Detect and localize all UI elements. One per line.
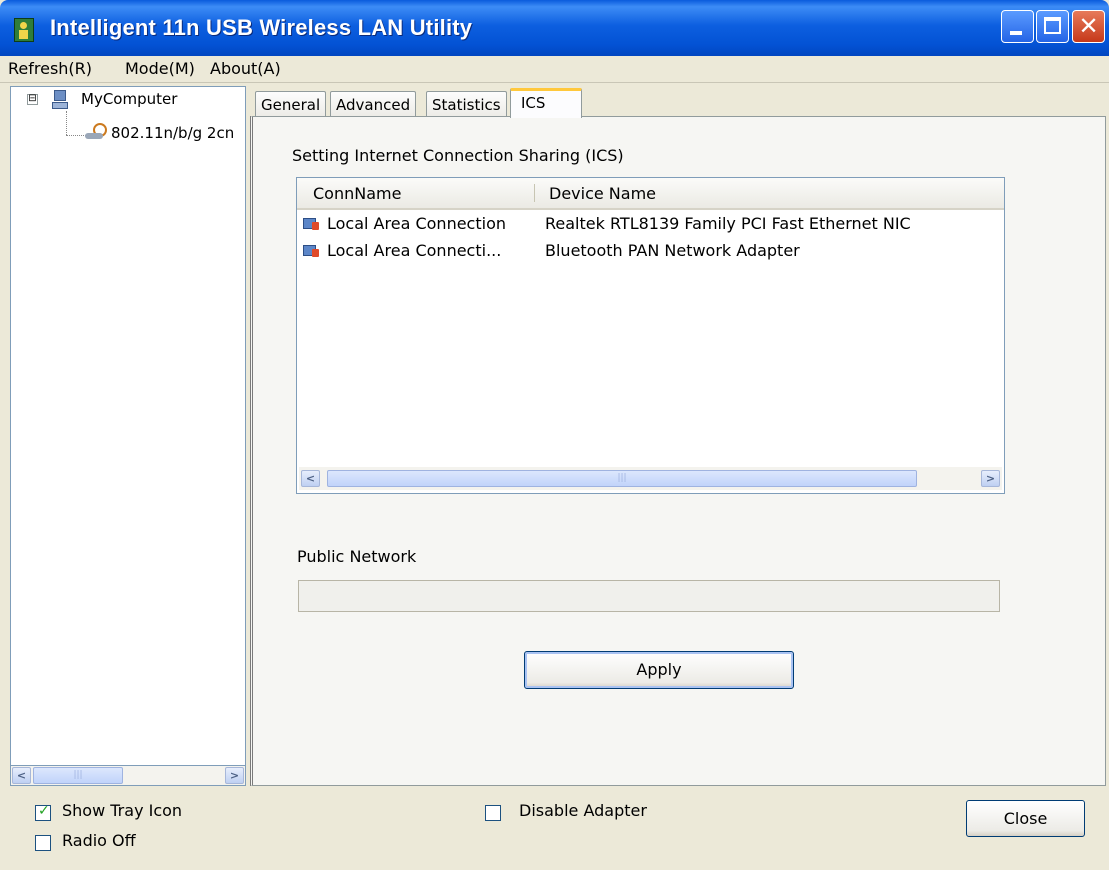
network-connection-icon — [303, 243, 321, 259]
network-connection-icon — [303, 216, 321, 232]
list-horizontal-scrollbar[interactable]: < ||| > — [299, 467, 1002, 490]
column-header-connname[interactable]: ConnName — [313, 184, 401, 203]
tree-connector — [66, 111, 67, 135]
scroll-left-icon[interactable]: < — [12, 767, 31, 784]
window-close-button[interactable]: ✕ — [1072, 10, 1105, 43]
scroll-thumb[interactable]: ||| — [33, 767, 123, 784]
scroll-right-icon[interactable]: > — [225, 767, 244, 784]
scroll-left-icon[interactable]: < — [301, 470, 320, 487]
ics-section-label: Setting Internet Connection Sharing (ICS… — [292, 146, 624, 165]
tree-expander-icon[interactable]: ⊟ — [27, 94, 38, 105]
connection-list[interactable]: ConnName Device Name Local Area Connecti… — [296, 177, 1005, 494]
list-header: ConnName Device Name — [297, 178, 1004, 210]
tab-statistics[interactable]: Statistics — [426, 91, 507, 117]
app-icon — [14, 18, 34, 42]
wireless-adapter-icon — [85, 123, 107, 141]
scroll-right-icon[interactable]: > — [981, 470, 1000, 487]
apply-button[interactable]: Apply — [524, 651, 794, 689]
close-icon: ✕ — [1078, 12, 1099, 40]
list-item[interactable]: Local Area Connecti... Bluetooth PAN Net… — [297, 240, 1004, 264]
radio-off-label[interactable]: Radio Off — [62, 831, 136, 850]
tab-ics[interactable]: ICS — [510, 88, 582, 118]
title-bar[interactable]: Intelligent 11n USB Wireless LAN Utility… — [0, 0, 1109, 56]
maximize-icon — [1044, 17, 1061, 34]
list-item[interactable]: Local Area Connection Realtek RTL8139 Fa… — [297, 213, 1004, 237]
device-name: Realtek RTL8139 Family PCI Fast Ethernet… — [545, 214, 911, 233]
close-button[interactable]: Close — [966, 800, 1085, 837]
scroll-thumb[interactable]: ||| — [327, 470, 917, 487]
checkmark-icon: ✓ — [38, 803, 50, 819]
tree-item-adapter[interactable]: 802.11n/b/g 2cn — [111, 124, 234, 142]
tab-general[interactable]: General — [255, 91, 327, 117]
menu-mode[interactable]: Mode(M) — [125, 59, 195, 78]
menu-refresh[interactable]: Refresh(R) — [8, 59, 92, 78]
minimize-button[interactable] — [1001, 10, 1034, 43]
device-name: Bluetooth PAN Network Adapter — [545, 241, 800, 260]
public-network-field[interactable] — [298, 580, 1000, 612]
radio-off-checkbox[interactable] — [35, 835, 51, 851]
show-tray-icon-checkbox[interactable]: ✓ — [35, 803, 51, 821]
maximize-button[interactable] — [1036, 10, 1069, 43]
menu-about[interactable]: About(A) — [210, 59, 281, 78]
device-tree[interactable]: ⊟ MyComputer 802.11n/b/g 2cn — [10, 86, 246, 786]
disable-adapter-label[interactable]: Disable Adapter — [519, 801, 647, 820]
computer-icon — [51, 90, 68, 109]
show-tray-icon-label[interactable]: Show Tray Icon — [62, 801, 182, 820]
conn-name: Local Area Connecti... — [327, 241, 502, 260]
tree-connector — [66, 135, 86, 136]
minimize-icon — [1010, 31, 1022, 35]
menu-bar: Refresh(R) Mode(M) About(A) — [0, 56, 1109, 83]
window-title: Intelligent 11n USB Wireless LAN Utility — [50, 15, 473, 40]
tree-horizontal-scrollbar[interactable]: < ||| > — [10, 765, 246, 786]
tree-item-mycomputer[interactable]: MyComputer — [81, 90, 177, 108]
public-network-label: Public Network — [297, 547, 417, 566]
conn-name: Local Area Connection — [327, 214, 506, 233]
disable-adapter-checkbox[interactable] — [485, 805, 501, 821]
tab-advanced[interactable]: Advanced — [330, 91, 417, 117]
column-header-device-name[interactable]: Device Name — [549, 184, 656, 203]
column-divider[interactable] — [534, 184, 535, 202]
